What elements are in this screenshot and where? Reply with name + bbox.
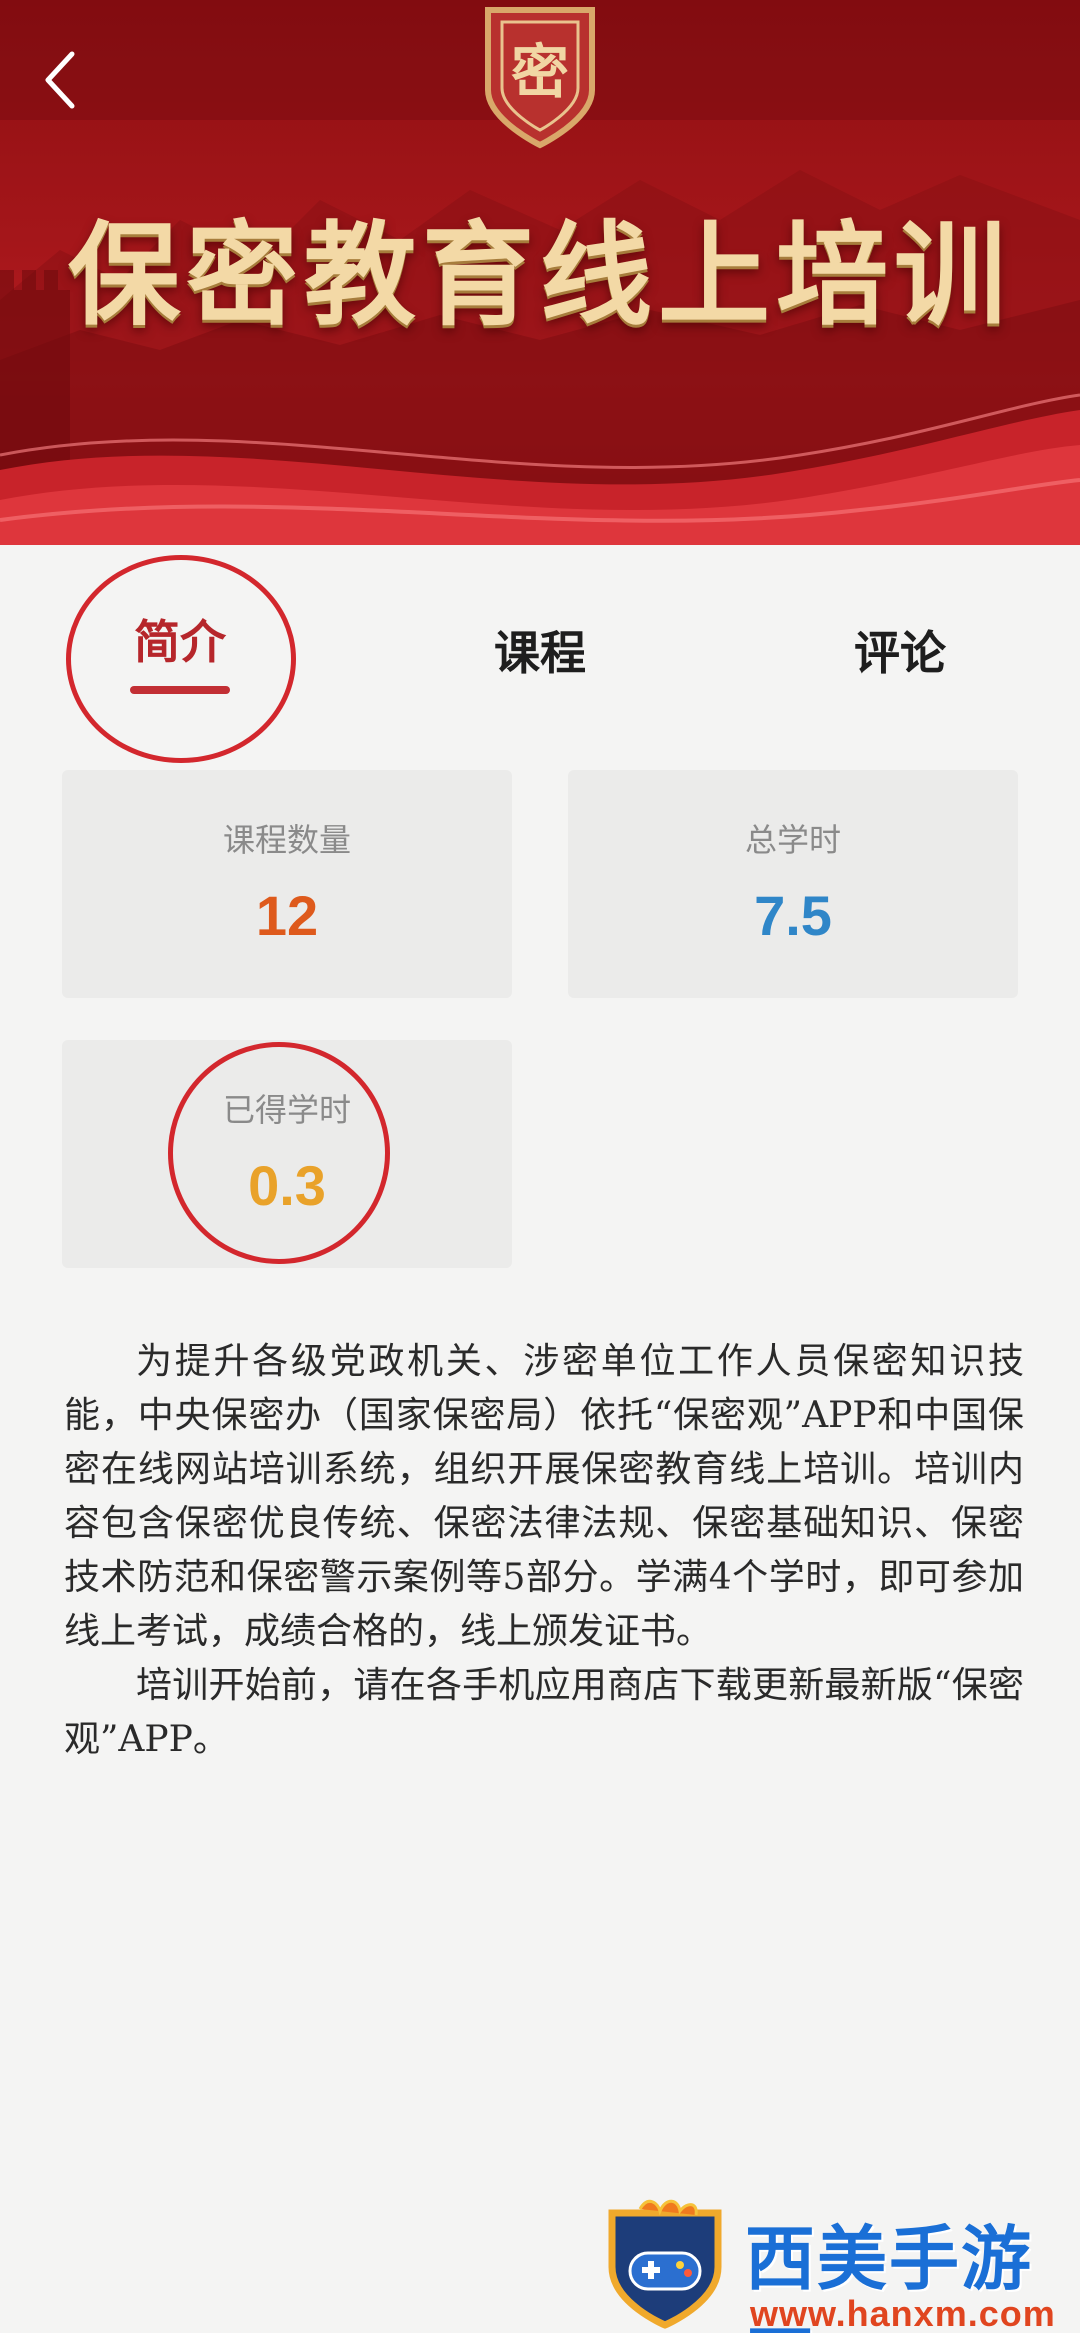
tab-intro-label: 简介: [134, 615, 226, 669]
earned-hours-value: 0.3: [248, 1154, 326, 1217]
gamepad-shield-icon: [608, 2199, 722, 2329]
course-count-card: 课程数量 12: [62, 770, 512, 998]
tab-comments[interactable]: 评论: [800, 590, 1000, 710]
course-description: 为提升各级党政机关、涉密单位工作人员保密知识技能，中央保密办（国家保密局）依托“…: [64, 1335, 1024, 1767]
total-hours-value: 7.5: [754, 884, 832, 947]
course-count-value: 12: [255, 884, 319, 947]
earned-hours-card: 已得学时 0.3: [62, 1040, 512, 1268]
tab-courses-label: 课程: [494, 626, 586, 680]
tab-intro[interactable]: 简介: [80, 590, 280, 710]
header-banner: 密 保密教育线上培训: [0, 0, 1080, 545]
site-watermark: 西美手游网 www.hanxm.com: [600, 2195, 1070, 2333]
course-count-label: 课程数量: [222, 821, 351, 859]
total-hours-card: 总学时 7.5: [568, 770, 1018, 998]
total-hours-label: 总学时: [744, 821, 841, 859]
emblem-label: 密: [511, 38, 569, 106]
shield-emblem-icon: 密: [478, 0, 602, 150]
description-paragraph-1: 为提升各级党政机关、涉密单位工作人员保密知识技能，中央保密办（国家保密局）依托“…: [64, 1341, 1024, 1652]
back-button[interactable]: [30, 40, 90, 120]
earned-hours-label: 已得学时: [222, 1091, 351, 1129]
tab-active-indicator: [130, 686, 230, 694]
tab-bar: 简介 课程 评论: [0, 590, 1080, 710]
banner-title: 保密教育线上培训: [68, 211, 1012, 341]
chevron-left-icon: [45, 51, 75, 109]
watermark-url: www.hanxm.com: [750, 2293, 1056, 2333]
description-paragraph-2: 培训开始前，请在各手机应用商店下载更新最新版“保密观”APP。: [64, 1665, 1024, 1760]
tab-comments-label: 评论: [854, 626, 946, 680]
tab-courses[interactable]: 课程: [440, 590, 640, 710]
